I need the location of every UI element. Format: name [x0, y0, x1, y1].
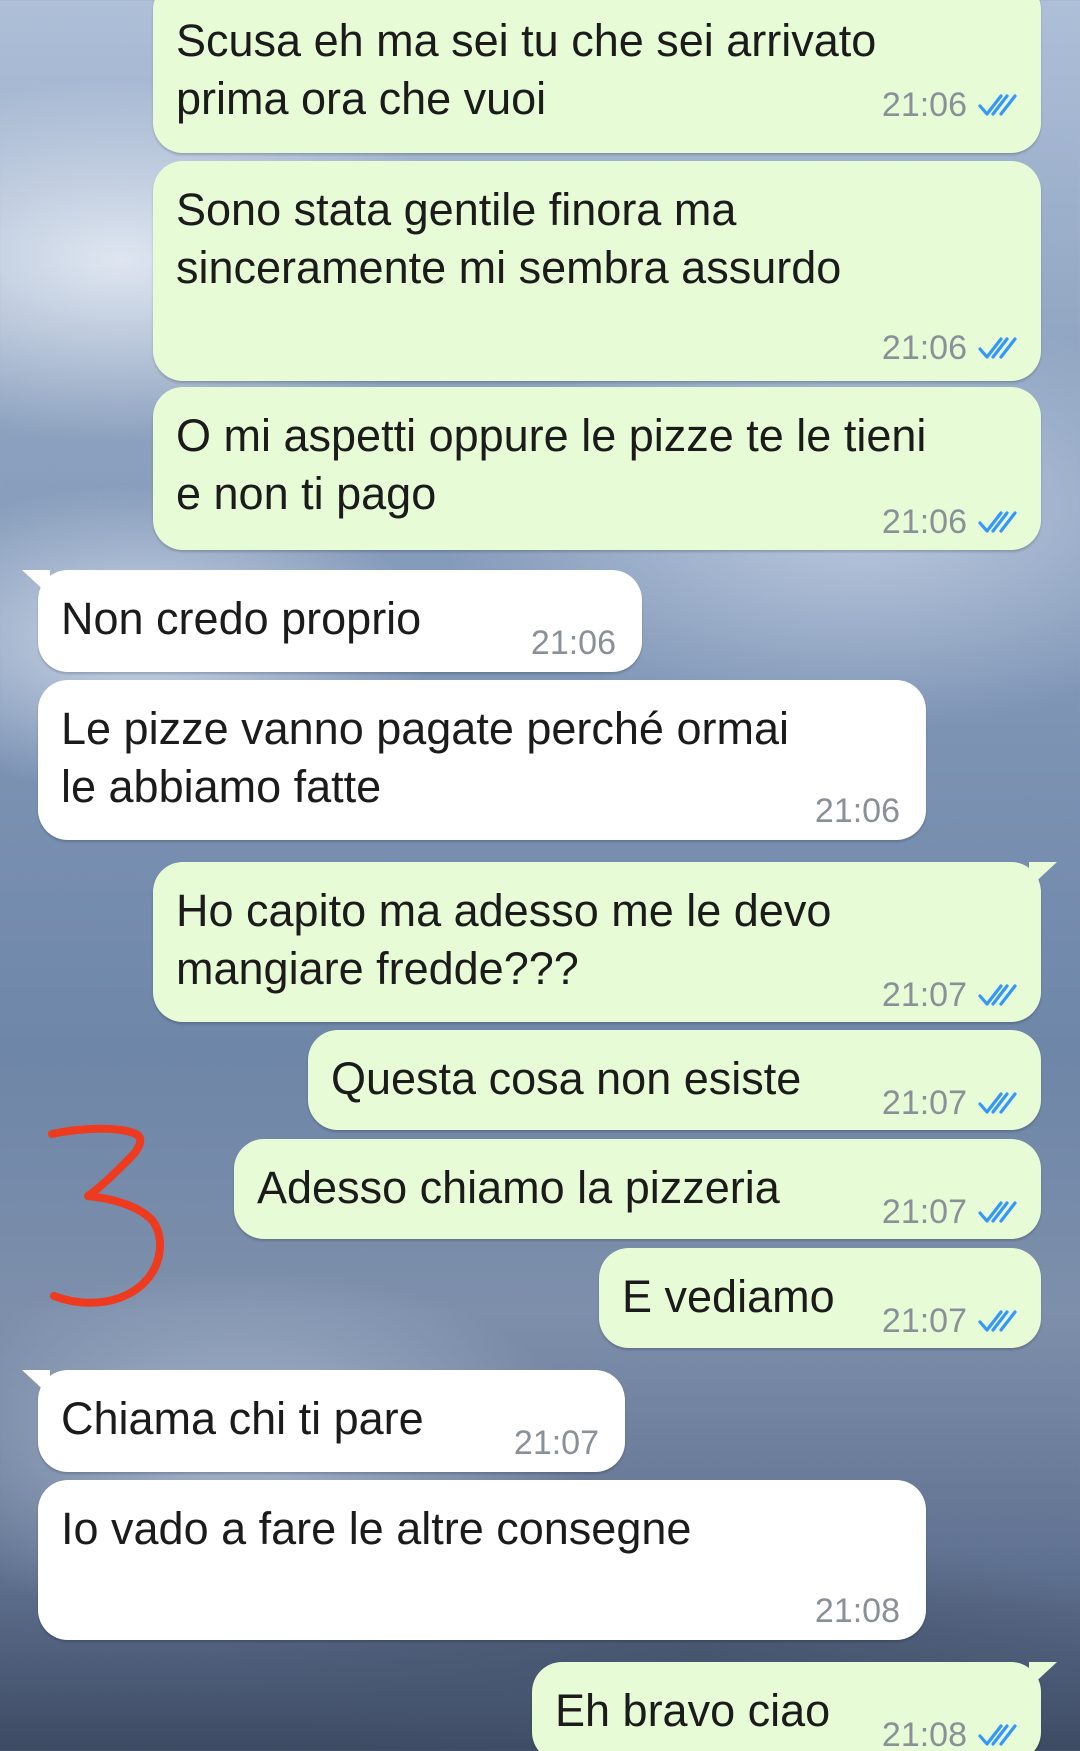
message-meta: 21:08 — [815, 1582, 900, 1640]
message-meta: 21:06 — [882, 319, 1019, 377]
message-incoming[interactable]: Chiama chi ti pare 21:07 — [22, 1370, 625, 1472]
message-text: Scusa eh ma sei tu che sei arrivato prim… — [176, 15, 877, 124]
message-outgoing[interactable]: Eh bravo ciao 21:08 — [532, 1662, 1057, 1751]
message-time: 21:07 — [513, 1424, 599, 1462]
message-time: 21:06 — [881, 503, 967, 541]
message-outgoing[interactable]: O mi aspetti oppure le pizze te le tieni… — [153, 387, 1041, 550]
message-text: Adesso chiamo la pizzeria — [257, 1162, 780, 1213]
message-outgoing[interactable]: Ho capito ma adesso me le devo mangiare … — [153, 862, 1057, 1024]
message-meta: 21:07 — [882, 966, 1019, 1024]
message-text: E vediamo — [622, 1271, 835, 1322]
chat-area: Scusa eh ma sei tu che sei arrivato prim… — [0, 0, 1080, 1751]
message-text: Le pizze vanno pagate perché ormai le ab… — [61, 703, 789, 812]
bubble-tail — [1029, 862, 1057, 888]
message-time: 21:07 — [881, 976, 967, 1014]
message-incoming[interactable]: Le pizze vanno pagate perché ormai le ab… — [38, 680, 926, 840]
message-meta: 21:06 — [882, 76, 1019, 134]
message-text: Questa cosa non esiste — [331, 1053, 802, 1104]
double-check-icon — [978, 1310, 1017, 1332]
double-check-icon — [978, 1201, 1017, 1223]
message-outgoing[interactable]: Questa cosa non esiste 21:07 — [308, 1030, 1041, 1130]
bubble-tail — [22, 570, 50, 596]
message-outgoing[interactable]: Adesso chiamo la pizzeria 21:07 — [234, 1139, 1041, 1239]
double-check-icon — [978, 1092, 1017, 1114]
double-check-icon — [978, 984, 1017, 1006]
message-outgoing[interactable]: E vediamo 21:07 — [599, 1248, 1041, 1348]
message-time: 21:08 — [814, 1592, 900, 1630]
handwritten-annotation: 3 — [48, 1124, 165, 1307]
double-check-icon — [978, 337, 1017, 359]
message-text: Io vado a fare le altre consegne — [61, 1503, 692, 1554]
message-time: 21:06 — [814, 792, 900, 830]
message-text: Non credo proprio — [61, 593, 422, 644]
bubble-tail — [22, 1370, 50, 1396]
message-time: 21:06 — [881, 86, 967, 124]
double-check-icon — [978, 1724, 1017, 1746]
message-time: 21:07 — [881, 1193, 967, 1231]
message-meta: 21:07 — [882, 1292, 1019, 1350]
message-text: Chiama chi ti pare — [61, 1393, 424, 1444]
message-meta: 21:06 — [531, 614, 616, 672]
double-check-icon — [978, 511, 1017, 533]
bubble-tail — [1029, 1662, 1057, 1688]
message-text: O mi aspetti oppure le pizze te le tieni… — [176, 410, 927, 519]
message-meta: 21:06 — [882, 493, 1019, 551]
message-text: Ho capito ma adesso me le devo mangiare … — [176, 885, 832, 994]
message-time: 21:07 — [881, 1084, 967, 1122]
message-time: 21:06 — [881, 329, 967, 367]
message-meta: 21:07 — [882, 1074, 1019, 1132]
message-incoming[interactable]: Non credo proprio 21:06 — [22, 570, 642, 672]
message-meta: 21:08 — [882, 1706, 1019, 1751]
message-time: 21:07 — [881, 1302, 967, 1340]
message-time: 21:08 — [881, 1716, 967, 1751]
message-meta: 21:07 — [514, 1414, 599, 1472]
message-meta: 21:07 — [882, 1183, 1019, 1241]
message-text: Sono stata gentile finora ma sincerament… — [176, 184, 842, 293]
message-outgoing[interactable]: Scusa eh ma sei tu che sei arrivato prim… — [153, 0, 1041, 153]
message-outgoing[interactable]: Sono stata gentile finora ma sincerament… — [153, 161, 1041, 381]
double-check-icon — [978, 94, 1017, 116]
message-meta: 21:06 — [815, 782, 900, 840]
message-text: Eh bravo ciao — [555, 1685, 831, 1736]
message-time: 21:06 — [530, 624, 616, 662]
message-incoming[interactable]: Io vado a fare le altre consegne 21:08 — [38, 1480, 926, 1640]
